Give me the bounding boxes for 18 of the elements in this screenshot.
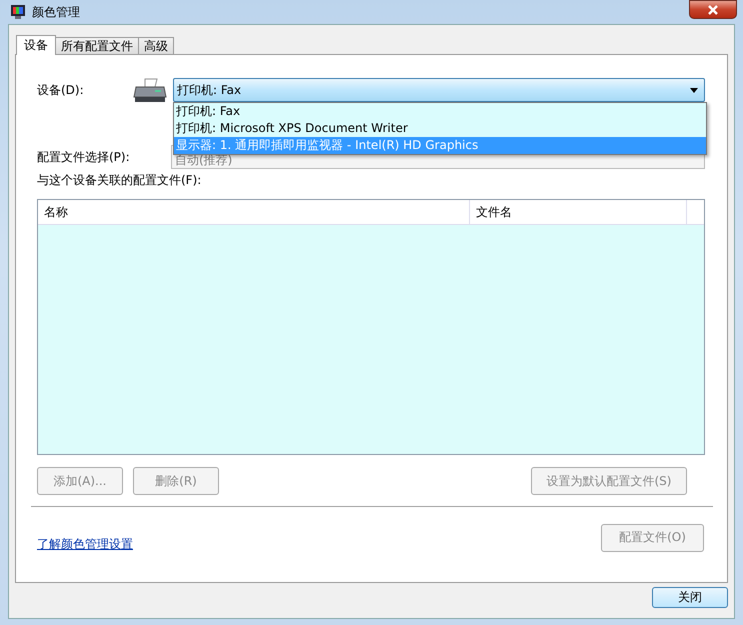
caret-icon: [690, 88, 698, 92]
dropdown-option[interactable]: 打印机: Fax: [174, 103, 706, 120]
close-icon[interactable]: [689, 0, 737, 19]
tab[interactable]: 高级: [138, 37, 174, 54]
device-label: 设备(D):: [37, 82, 85, 98]
tab[interactable]: 所有配置文件: [55, 37, 139, 54]
associated-profiles-label: 与这个设备关联的配置文件(F):: [37, 172, 202, 189]
close-button[interactable]: 关闭: [652, 587, 728, 608]
window-title: 颜色管理: [32, 4, 80, 20]
column-header[interactable]: 名称: [38, 200, 470, 224]
device-dropdown[interactable]: 打印机: Fax: [173, 78, 705, 102]
monitor-icon: [10, 4, 26, 20]
printer-icon: [133, 77, 167, 103]
dropdown-option[interactable]: 打印机: Microsoft XPS Document Writer: [174, 120, 706, 137]
profile-selection-label: 配置文件选择(P):: [37, 148, 131, 166]
help-link[interactable]: 了解颜色管理设置: [37, 536, 133, 553]
tab[interactable]: 设备: [16, 35, 56, 55]
column-header[interactable]: 文件名: [470, 200, 687, 224]
